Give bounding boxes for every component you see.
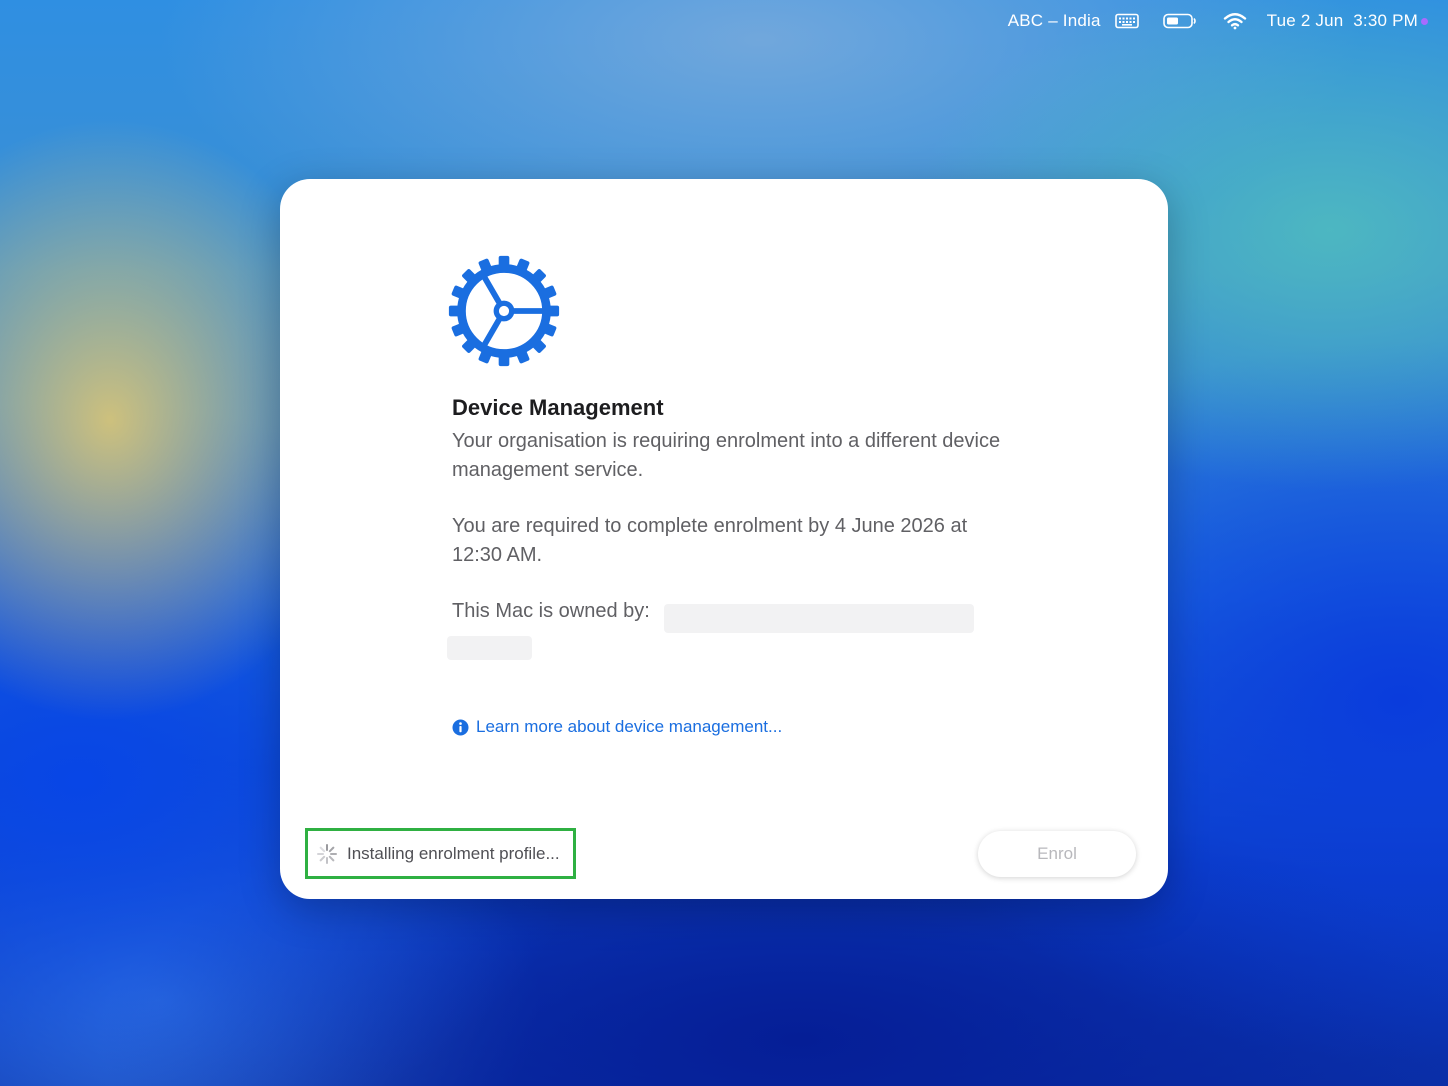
clock-menu[interactable]: Tue 2 Jun 3:30 PM	[1267, 11, 1428, 31]
menu-bar: ABC – India Tue 2 Jun 3:30 PM	[0, 0, 1448, 42]
owner-redacted	[664, 604, 974, 633]
learn-more-label: Learn more about device management...	[476, 717, 783, 736]
device-management-dialog: Device Management Your organisation is r…	[280, 179, 1168, 899]
battery-icon[interactable]	[1162, 13, 1197, 29]
datetime-label: Tue 2 Jun 3:30 PM	[1266, 11, 1418, 30]
status-label: Installing enrolment profile...	[347, 843, 560, 863]
dialog-content: Device Management Your organisation is r…	[452, 395, 1012, 626]
dialog-description: Your organisation is requiring enrolment…	[452, 430, 1001, 481]
gear-icon	[448, 255, 560, 367]
input-source-menu[interactable]: ABC – India	[1008, 11, 1101, 31]
enrolment-deadline: You are required to complete enrolment b…	[452, 515, 968, 566]
status-dot	[1421, 17, 1428, 25]
spinner-icon	[317, 843, 337, 864]
wifi-icon[interactable]	[1223, 12, 1247, 30]
info-icon	[452, 719, 469, 735]
owner-redacted-line2	[447, 636, 532, 660]
learn-more-link[interactable]: Learn more about device management...	[452, 717, 782, 737]
dialog-title: Device Management	[452, 395, 664, 420]
installation-status: Installing enrolment profile...	[305, 828, 576, 879]
enrol-button[interactable]: Enrol	[978, 831, 1136, 877]
input-source-label: ABC – India	[1007, 11, 1101, 30]
keyboard-icon[interactable]	[1114, 13, 1139, 29]
